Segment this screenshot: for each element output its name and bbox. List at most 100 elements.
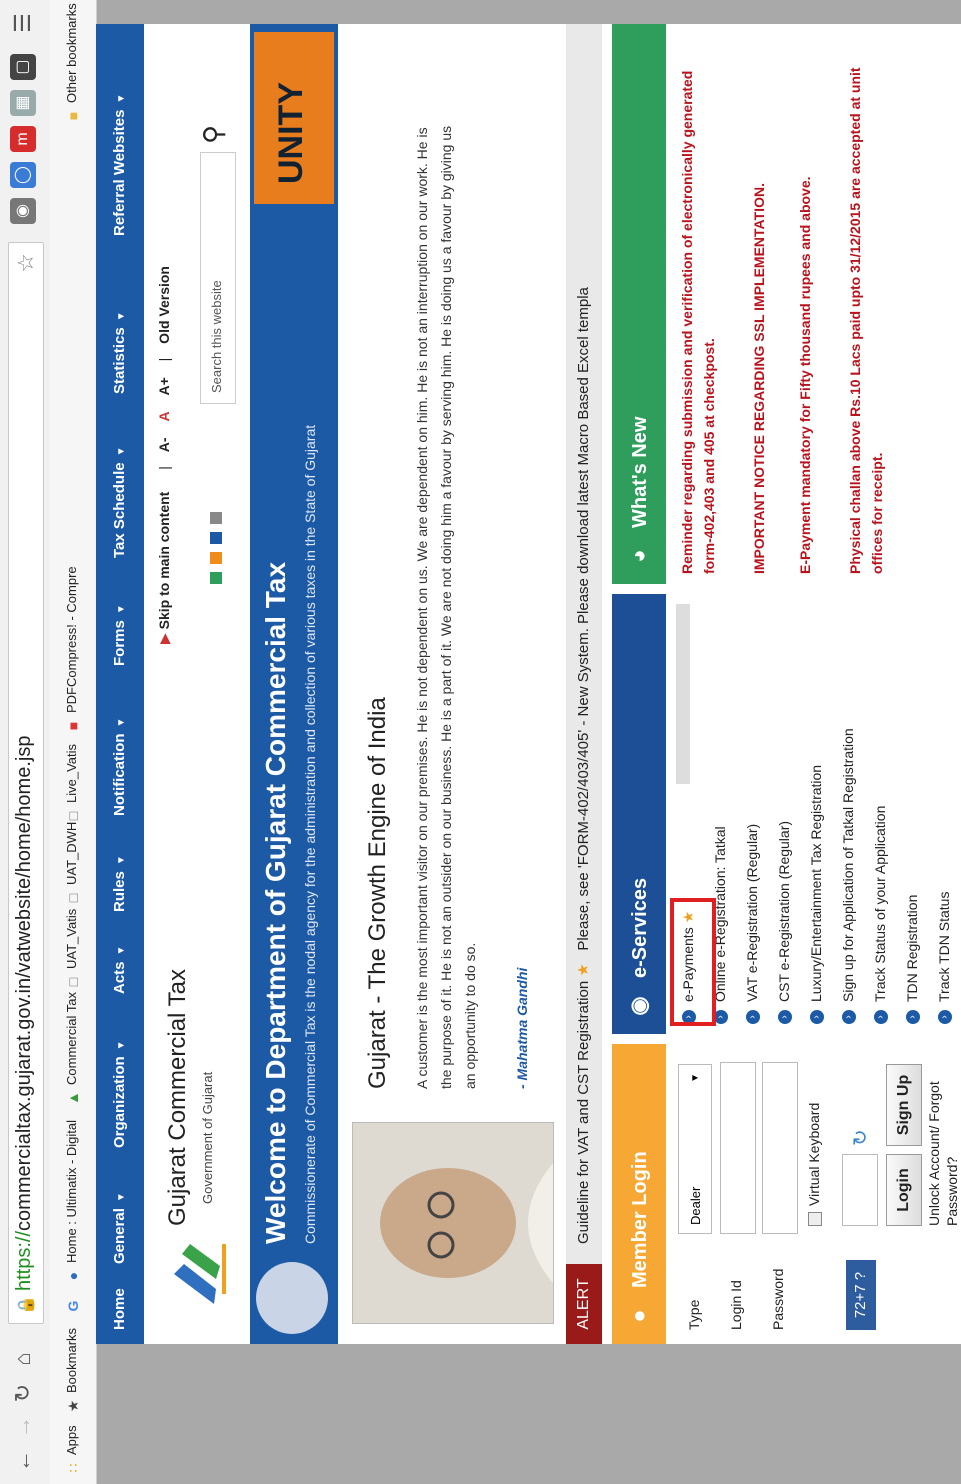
eservice-track-status[interactable]: › Track Status of your Application (866, 806, 894, 1024)
bookmark-label: Other bookmarks (64, 3, 79, 103)
news-item[interactable]: E-Payment mandatory for Fifty thousand r… (794, 54, 816, 574)
theme-orange[interactable] (210, 552, 222, 564)
nav-label: General (111, 1208, 128, 1264)
site-title: Gujarat Commercial Tax (164, 969, 191, 1226)
apps-icon: ∷ (64, 1463, 81, 1473)
news-item[interactable]: IMPORTANT NOTICE REGARDING SSL IMPLEMENT… (748, 54, 770, 574)
extension-grid-icon[interactable]: ▦ (10, 90, 36, 116)
forgot-password-link[interactable]: Password? (944, 1157, 960, 1226)
nav-referral-websites[interactable]: Referral Websites ▼ (96, 94, 144, 236)
bookmark-ultimatix[interactable]: ● Home : Ultimatix - Digital (58, 1120, 86, 1284)
eservice-tatkal-signup[interactable]: › Sign up for Application of Tatkal Regis… (834, 728, 862, 1024)
bookmark-google[interactable]: G (58, 1293, 86, 1314)
statue-of-unity-logo[interactable]: UNITY (254, 32, 334, 204)
star-icon: ★ (64, 1399, 81, 1413)
eservice-cst-registration[interactable]: › CST e-Registration (Regular) (770, 821, 798, 1024)
chevron-right-icon: › (778, 1010, 793, 1024)
extension-film-icon[interactable]: ◉ (10, 198, 36, 224)
eservice-luxury-tax[interactable]: › Luxury/Entertainment Tax Registration (802, 765, 830, 1024)
news-item[interactable]: Reminder regarding submission and verifi… (676, 54, 720, 574)
extension-my-icon[interactable]: m (10, 126, 36, 152)
chevron-right-icon: › (842, 1010, 857, 1024)
nav-rules[interactable]: Rules ▼ (96, 855, 144, 912)
top-navigation: Home General ▼ Organization ▼ Acts ▼ Rules ▼… (96, 24, 144, 1344)
theme-gray[interactable] (210, 512, 222, 524)
url-text[interactable]: https://commercialtax.gujarat.gov.in/vat… (13, 736, 36, 1291)
extension-camera-icon[interactable]: ◯ (10, 162, 36, 188)
mahatma-gandhi-portrait (352, 1122, 554, 1324)
address-bar[interactable]: 🔒 https://commercialtax.gujarat.gov.in/v… (8, 242, 44, 1324)
eservice-label: VAT e-Registration (Regular) (744, 823, 760, 1002)
alert-text[interactable]: Guideline for VAT and CST Registration ★… (566, 287, 602, 1244)
font-increase[interactable]: A+ (156, 377, 172, 395)
font-normal[interactable]: A (156, 411, 172, 421)
signup-button[interactable]: Sign Up (886, 1064, 922, 1146)
bookmark-commercial-tax[interactable]: ▲ Commercial Tax (58, 992, 86, 1106)
eservice-label: Sign up for Application of Tatkal Regist… (840, 728, 856, 1002)
theme-blue[interactable] (210, 532, 222, 544)
type-label: Type (686, 1299, 702, 1330)
banner-title: Welcome to Department of Gujarat Commerc… (260, 561, 291, 1244)
type-select[interactable]: Dealer ▼ (678, 1064, 712, 1234)
gujarat-ct-logo (174, 1244, 226, 1304)
password-input[interactable] (762, 1062, 798, 1234)
nav-statistics[interactable]: Statistics ▼ (96, 311, 144, 394)
bookmark-bookmarks[interactable]: ★ Bookmarks (58, 1328, 86, 1414)
font-decrease[interactable]: A- (156, 437, 172, 452)
forward-icon[interactable]: → (8, 1412, 38, 1442)
theme-green[interactable] (210, 572, 222, 584)
eservice-tdn-registration[interactable]: › TDN Registration (898, 895, 926, 1024)
caret-down-icon: ▼ (116, 1040, 127, 1051)
quote-text: A customer is the most important visitor… (414, 125, 478, 1089)
login-heading: Member Login (629, 1151, 651, 1288)
nav-acts[interactable]: Acts ▼ (96, 946, 144, 994)
nav-forms[interactable]: Forms ▼ (96, 604, 144, 666)
caret-down-icon: ▼ (116, 717, 127, 728)
nav-label: Home (111, 1288, 128, 1330)
quote-title: Gujarat - The Growth Engine of India (364, 697, 391, 1089)
bookmark-apps[interactable]: ∷ Apps (58, 1425, 86, 1476)
nav-organization[interactable]: Organization ▼ (96, 1040, 144, 1148)
search-input[interactable]: Search this website (200, 152, 236, 404)
eservice-label: Track TDN Status (936, 891, 952, 1002)
bookmark-star-icon[interactable]: ☆ (13, 253, 39, 273)
nav-notification[interactable]: Notification ▼ (96, 718, 144, 816)
caret-down-icon: ▼ (116, 1192, 127, 1203)
old-version-link[interactable]: Old Version (156, 266, 172, 344)
eservice-track-tdn[interactable]: › Track TDN Status (930, 892, 958, 1024)
bookmark-uat-vatis[interactable]: □ UAT_Vatis (58, 909, 86, 990)
folder-icon: ■ (64, 111, 81, 121)
bookmark-live-vatis[interactable]: □ Live_Vatis (58, 744, 86, 824)
login-button[interactable]: Login (886, 1154, 922, 1226)
home-icon[interactable]: ⌂ (8, 1344, 38, 1374)
refresh-icon[interactable]: ↻ (848, 1129, 873, 1146)
eservice-vat-registration[interactable]: › VAT e-Registration (Regular) (738, 824, 766, 1024)
web-page: Home General ▼ Organization ▼ Acts ▼ Rules ▼… (96, 24, 961, 1344)
nav-tax-schedule[interactable]: Tax Schedule ▼ (96, 447, 144, 559)
caret-down-icon: ▼ (116, 855, 127, 866)
nav-label: Rules (111, 871, 128, 912)
login-id-input[interactable] (720, 1062, 756, 1234)
menu-icon[interactable]: ☰ (8, 8, 38, 38)
extension-window-icon[interactable]: ▢ (10, 54, 36, 80)
eservices-scrollbar[interactable] (676, 604, 690, 784)
virtual-keyboard-checkbox[interactable] (808, 1212, 822, 1226)
captcha-input[interactable] (842, 1154, 878, 1226)
search-placeholder: Search this website (209, 280, 224, 393)
news-item[interactable]: Physical challan above Rs.10 Lacs paid u… (844, 54, 888, 574)
search-icon[interactable]: ⚲ (198, 125, 229, 144)
unlock-account-link[interactable]: Unlock Account/ Forgot (926, 1081, 942, 1226)
bookmark-pdfcompress[interactable]: ■ PDFCompress! - Compre (58, 566, 86, 734)
back-icon[interactable]: ← (8, 1446, 38, 1476)
nav-home[interactable]: Home (96, 1288, 144, 1330)
virtual-keyboard-label: Virtual Keyboard (806, 1102, 822, 1206)
reload-icon[interactable]: ↻ (8, 1378, 38, 1408)
utility-links: ▶ Skip to main content | A- A A+ | Old V… (156, 266, 172, 644)
url-scheme: https:// (13, 1230, 35, 1291)
bookmark-other[interactable]: ■ Other bookmarks (58, 3, 86, 124)
chevron-down-icon: ▼ (690, 1073, 701, 1083)
bookmark-uat-dwh[interactable]: □ UAT_DWH (58, 822, 86, 906)
whats-new-header: ◕ What's New (612, 24, 666, 584)
nav-general[interactable]: General ▼ (96, 1192, 144, 1264)
skip-to-content-link[interactable]: Skip to main content (156, 492, 172, 630)
